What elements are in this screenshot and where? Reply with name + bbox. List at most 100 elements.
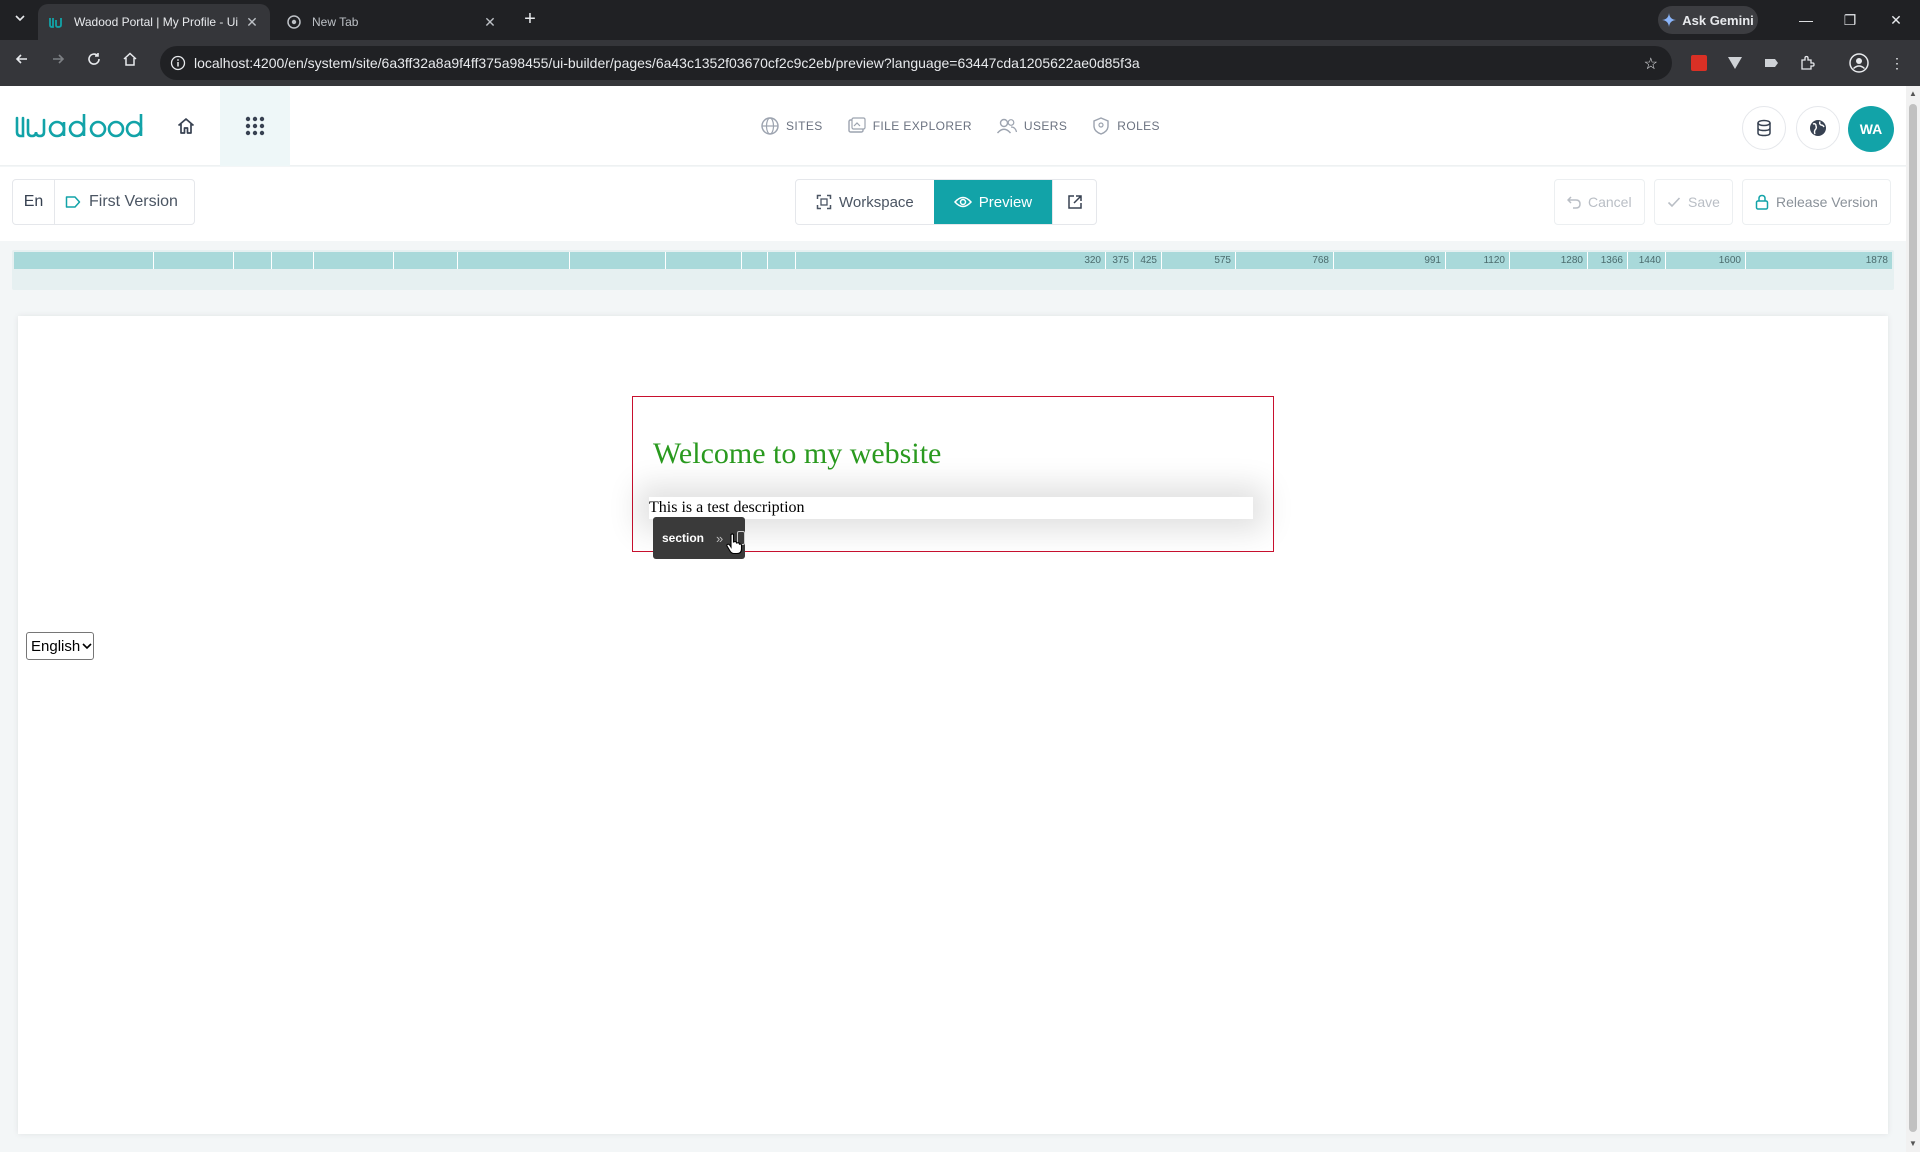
close-tab-icon[interactable]: ✕ xyxy=(482,14,498,31)
app-header: SITES FILE EXPLORER USERS ROLES WA xyxy=(0,86,1906,166)
language-code-label: En xyxy=(23,193,44,210)
wadood-favicon-icon xyxy=(48,14,64,30)
ruler-mark[interactable]: 991 xyxy=(1334,252,1446,269)
language-globe-button[interactable] xyxy=(1796,106,1840,150)
preview-button[interactable]: Preview xyxy=(933,180,1053,224)
ruler-mark[interactable]: 1878 xyxy=(1746,252,1892,269)
apps-grid-icon xyxy=(245,116,265,136)
nav-roles[interactable]: ROLES xyxy=(1091,116,1160,136)
nav-users[interactable]: USERS xyxy=(996,116,1067,136)
globe-icon xyxy=(1810,120,1826,136)
minimize-window-button[interactable]: — xyxy=(1790,8,1822,32)
ruler-segment[interactable] xyxy=(666,252,742,269)
lock-icon xyxy=(1755,194,1769,210)
scroll-down-arrow-icon[interactable]: ▼ xyxy=(1909,1140,1917,1148)
ruler-mark[interactable]: 1280 xyxy=(1510,252,1588,269)
forward-button[interactable] xyxy=(46,51,70,75)
tab-title: New Tab xyxy=(312,15,359,29)
browser-tab-wadood[interactable]: Wadood Portal | My Profile - Ui ✕ xyxy=(38,4,270,40)
users-icon xyxy=(996,118,1018,134)
profile-icon[interactable] xyxy=(1848,52,1870,74)
ruler-segment[interactable] xyxy=(394,252,458,269)
workspace-button[interactable]: Workspace xyxy=(796,180,934,224)
ruler-mark[interactable]: 575 xyxy=(1162,252,1236,269)
release-version-button[interactable]: Release Version xyxy=(1742,179,1891,225)
ruler-mark[interactable]: 1366 xyxy=(1588,252,1628,269)
ruler-segment[interactable] xyxy=(14,252,154,269)
scrollbar-thumb[interactable] xyxy=(1909,104,1917,1132)
site-info-icon[interactable] xyxy=(170,55,186,71)
ruler-segment[interactable] xyxy=(272,252,314,269)
nav-users-label: USERS xyxy=(1023,119,1068,133)
database-button[interactable] xyxy=(1742,106,1786,150)
avatar-initials: WA xyxy=(1859,121,1883,137)
ruler-segment[interactable] xyxy=(742,252,768,269)
language-code-button[interactable]: En xyxy=(13,180,55,224)
breakpoint-ruler[interactable]: 320 375 425 575 768 991 1120 1280 1366 1… xyxy=(14,252,1892,269)
close-tab-icon[interactable]: ✕ xyxy=(244,14,260,31)
ruler-mark[interactable]: 1600 xyxy=(1666,252,1746,269)
selected-section[interactable]: Welcome to my website This is a test des… xyxy=(632,396,1274,559)
scroll-up-arrow-icon[interactable]: ▲ xyxy=(1909,90,1917,98)
ruler-segment[interactable] xyxy=(768,252,796,269)
wadood-logo[interactable] xyxy=(14,106,144,146)
ruler-mark[interactable]: 320 xyxy=(796,252,1106,269)
ruler-segment[interactable] xyxy=(570,252,666,269)
nav-file-explorer-label: FILE EXPLORER xyxy=(872,119,972,133)
home-button[interactable] xyxy=(170,108,202,144)
language-select-value: English xyxy=(31,637,81,655)
ruler-mark[interactable]: 1120 xyxy=(1446,252,1510,269)
section-tag-label: section xyxy=(662,531,705,545)
ruler-mark[interactable]: 375 xyxy=(1106,252,1134,269)
bookmark-star-icon[interactable]: ☆ xyxy=(1644,54,1658,74)
new-tab-button[interactable]: + xyxy=(518,8,542,32)
tab-search-button[interactable] xyxy=(8,8,32,32)
save-button[interactable]: Save xyxy=(1654,179,1733,225)
ruler-mark[interactable]: 1440 xyxy=(1628,252,1666,269)
chevron-double-right-icon: » xyxy=(716,530,724,546)
cancel-label: Cancel xyxy=(1588,194,1632,210)
ruler-segment[interactable] xyxy=(458,252,570,269)
home-browser-button[interactable] xyxy=(118,51,142,75)
nav-file-explorer[interactable]: FILE EXPLORER xyxy=(847,116,972,136)
browser-tabstrip: Wadood Portal | My Profile - Ui ✕ New Ta… xyxy=(0,0,1920,40)
ruler-segment[interactable] xyxy=(154,252,234,269)
ruler-mark[interactable]: 768 xyxy=(1236,252,1334,269)
ruler-segment[interactable] xyxy=(234,252,272,269)
tag-icon xyxy=(65,196,81,208)
restore-window-button[interactable]: ❐ xyxy=(1834,8,1866,32)
apps-grid-button[interactable] xyxy=(220,86,290,166)
language-select[interactable]: English xyxy=(26,632,94,660)
page-description[interactable]: This is a test description xyxy=(649,497,1253,519)
page-scrollbar[interactable]: ▲ ▼ xyxy=(1906,86,1920,1152)
folder-icon xyxy=(847,117,866,133)
arrow-left-icon xyxy=(15,54,27,64)
version-button[interactable]: First Version xyxy=(55,180,194,224)
extension-tag-icon[interactable] xyxy=(1760,52,1782,74)
reload-icon xyxy=(88,53,100,65)
extension-red-icon[interactable] xyxy=(1688,52,1710,74)
extension-v-icon[interactable] xyxy=(1724,52,1746,74)
address-bar[interactable]: localhost:4200/en/system/site/6a3ff32a8a… xyxy=(160,46,1672,80)
ruler-mark[interactable]: 425 xyxy=(1134,252,1162,269)
nav-sites[interactable]: SITES xyxy=(760,116,823,136)
language-version-group: En First Version xyxy=(12,179,195,225)
browser-menu-icon[interactable]: ⋮ xyxy=(1886,52,1908,74)
home-icon xyxy=(177,118,195,134)
open-external-button[interactable] xyxy=(1052,180,1096,224)
cancel-button[interactable]: Cancel xyxy=(1554,179,1645,225)
close-window-button[interactable]: ✕ xyxy=(1880,8,1912,32)
ask-gemini-button[interactable]: Ask Gemini xyxy=(1658,6,1758,34)
ask-gemini-label: Ask Gemini xyxy=(1682,12,1754,28)
nav-roles-label: ROLES xyxy=(1117,119,1160,133)
chevron-down-icon xyxy=(82,643,92,650)
back-button[interactable] xyxy=(10,51,34,75)
ruler-segment[interactable] xyxy=(314,252,394,269)
browser-tab-newtab[interactable]: New Tab ✕ xyxy=(276,4,508,40)
preview-canvas: Welcome to my website This is a test des… xyxy=(18,316,1888,1134)
preview-label: Preview xyxy=(978,193,1033,211)
user-avatar[interactable]: WA xyxy=(1848,106,1894,152)
reload-button[interactable] xyxy=(82,51,106,75)
extensions-puzzle-icon[interactable] xyxy=(1796,52,1818,74)
tab-title: Wadood Portal | My Profile - Ui xyxy=(74,15,239,29)
